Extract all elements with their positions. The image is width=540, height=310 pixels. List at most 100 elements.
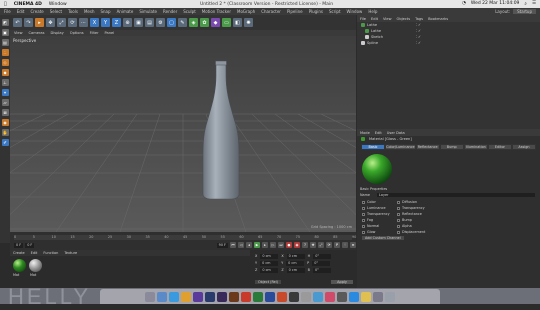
menu-item-mograph[interactable]: MoGraph xyxy=(237,9,255,14)
sculpt-icon[interactable]: ✋ xyxy=(1,129,9,136)
material-menu-function[interactable]: Function xyxy=(43,251,58,255)
scale-key-icon[interactable]: ⤢ xyxy=(318,242,324,248)
scale-icon[interactable]: ⤢ xyxy=(57,18,66,27)
make-editable-icon[interactable]: ◩ xyxy=(1,19,9,26)
menu-item-script[interactable]: Script xyxy=(329,9,341,14)
menu-list-icon[interactable]: ☰ xyxy=(532,1,536,7)
menu-item-edit[interactable]: Edit xyxy=(17,9,25,14)
menu-item-character[interactable]: Character xyxy=(261,9,281,14)
edges-mode-icon[interactable]: ◇ xyxy=(1,59,9,66)
visibility-toggle-icon[interactable]: ⁚ ✓ xyxy=(416,41,421,45)
end-frame-field[interactable]: 90 F xyxy=(216,242,228,248)
go-to-end-icon[interactable]: ⏭ xyxy=(278,242,284,248)
channel-tab[interactable]: Color/Luminance xyxy=(385,144,416,150)
after-effects-icon[interactable] xyxy=(217,291,227,302)
next-frame-icon[interactable]: ▸ xyxy=(262,242,268,248)
channel-checkbox[interactable]: Transparency xyxy=(397,206,425,210)
lock-workplane-icon[interactable]: ⊠ xyxy=(1,109,9,116)
recent-tools-icon[interactable]: ⋯ xyxy=(79,18,88,27)
live-select-icon[interactable]: ▸ xyxy=(35,18,44,27)
checkbox-box[interactable] xyxy=(397,200,400,204)
app-menu[interactable]: CINEMA 4D xyxy=(14,2,42,7)
object-menu-tags[interactable]: Tags xyxy=(415,17,423,21)
itunes-icon[interactable] xyxy=(325,291,335,302)
channel-checkbox[interactable]: Alpha xyxy=(397,224,412,228)
x-axis-icon[interactable]: X xyxy=(90,18,99,27)
view-menu-cameras[interactable]: Cameras xyxy=(29,31,45,35)
quicktime-icon[interactable] xyxy=(337,291,347,302)
object-menu-objects[interactable]: Objects xyxy=(397,17,411,21)
timeline-menu-icon[interactable]: ≡ xyxy=(350,242,356,248)
menu-item-simulate[interactable]: Simulate xyxy=(139,9,157,14)
excel-icon[interactable] xyxy=(253,291,263,302)
channel-tab[interactable]: Assign xyxy=(511,144,537,150)
pen-icon[interactable]: ✎ xyxy=(178,18,187,27)
keyframe-selection-icon[interactable]: ? xyxy=(302,242,308,248)
record-icon[interactable]: ● xyxy=(286,242,292,248)
clock[interactable]: Wed 22 Mar 11:04:09 xyxy=(471,1,520,7)
checkbox-box[interactable] xyxy=(397,206,400,210)
channel-checkbox[interactable]: Color xyxy=(362,200,376,204)
coordinate-field[interactable]: 0 cm xyxy=(286,261,305,266)
redo-icon[interactable]: ↷ xyxy=(24,18,33,27)
render-picture-viewer-icon[interactable]: ▤ xyxy=(145,18,154,27)
coordinate-system-icon[interactable]: ⊕ xyxy=(123,18,132,27)
menu-item-mesh[interactable]: Mesh xyxy=(84,9,95,14)
object-menu-edit[interactable]: Edit xyxy=(371,17,378,21)
material-menu-texture[interactable]: Texture xyxy=(64,251,77,255)
channel-checkbox[interactable]: Bump xyxy=(397,218,412,222)
app-store-icon[interactable] xyxy=(313,291,323,302)
solo-icon[interactable]: ◉ xyxy=(1,119,9,126)
current-frame-field[interactable]: 0 F xyxy=(25,242,35,248)
checkbox-box[interactable] xyxy=(397,212,400,216)
light-icon[interactable]: ✺ xyxy=(244,18,253,27)
param-key-icon[interactable]: P xyxy=(334,242,340,248)
checkbox-box[interactable] xyxy=(362,206,365,210)
view-menu-panel[interactable]: Panel xyxy=(105,31,115,35)
point-level-icon[interactable]: ⁘ xyxy=(342,242,348,248)
safari-icon[interactable] xyxy=(169,291,179,302)
attribute-menu-edit[interactable]: Edit xyxy=(375,131,382,135)
play-icon[interactable]: ▶ xyxy=(254,242,260,248)
finder-icon[interactable] xyxy=(145,291,155,302)
powerpoint-icon[interactable] xyxy=(277,291,287,302)
paint-icon[interactable]: ✐ xyxy=(1,139,9,146)
autokey-icon[interactable]: ◉ xyxy=(294,242,300,248)
next-key-icon[interactable]: ▷ xyxy=(270,242,276,248)
channel-tab[interactable]: Editor xyxy=(487,144,512,150)
checkbox-box[interactable] xyxy=(362,224,365,228)
chrome-icon[interactable] xyxy=(181,291,191,302)
menu-item-motion-tracker[interactable]: Motion Tracker xyxy=(202,9,231,14)
go-to-start-icon[interactable]: ⏮ xyxy=(230,242,236,248)
subdivision-icon[interactable]: ◈ xyxy=(189,18,198,27)
illustrator-icon[interactable] xyxy=(229,291,239,302)
channel-tab[interactable]: Illumination xyxy=(463,144,488,150)
material-swatch-glass[interactable] xyxy=(13,259,26,272)
visibility-toggle-icon[interactable]: ⁚ ✓ xyxy=(416,35,421,39)
notes-icon[interactable] xyxy=(361,291,371,302)
checkbox-box[interactable] xyxy=(397,218,400,222)
viewport[interactable]: Perspective Grid Spacing : 1000 cm xyxy=(10,36,356,232)
view-menu-filter[interactable]: Filter xyxy=(90,31,99,35)
menu-item-render[interactable]: Render xyxy=(163,9,177,14)
visibility-toggle-icon[interactable]: ⁚ ✓ xyxy=(416,29,421,33)
object-menu-view[interactable]: View xyxy=(383,17,392,21)
coordinate-field[interactable]: 0 cm xyxy=(260,261,279,266)
coordinate-field[interactable]: 0 cm xyxy=(260,254,279,259)
checkbox-box[interactable] xyxy=(362,230,365,234)
attribute-menu-user-data[interactable]: User Data xyxy=(387,131,405,135)
texture-mode-icon[interactable]: ▤ xyxy=(1,39,9,46)
checkbox-box[interactable] xyxy=(397,224,400,228)
menu-item-select[interactable]: Select xyxy=(50,9,62,14)
channel-checkbox[interactable]: Reflectance xyxy=(397,212,422,216)
previous-key-icon[interactable]: ◁ xyxy=(238,242,244,248)
apple-menu-icon[interactable]:  xyxy=(4,2,7,7)
object-menu-bookmarks[interactable]: Bookmarks xyxy=(428,17,448,21)
channel-checkbox[interactable]: Luminance xyxy=(362,206,386,210)
window-menu[interactable]: Window xyxy=(49,2,67,7)
channel-tab[interactable]: Basic xyxy=(361,144,386,150)
menu-item-plugins[interactable]: Plugins xyxy=(309,9,323,14)
deformer-icon[interactable]: ◆ xyxy=(211,18,220,27)
y-axis-icon[interactable]: Y xyxy=(101,18,110,27)
floor-icon[interactable]: ▭ xyxy=(222,18,231,27)
